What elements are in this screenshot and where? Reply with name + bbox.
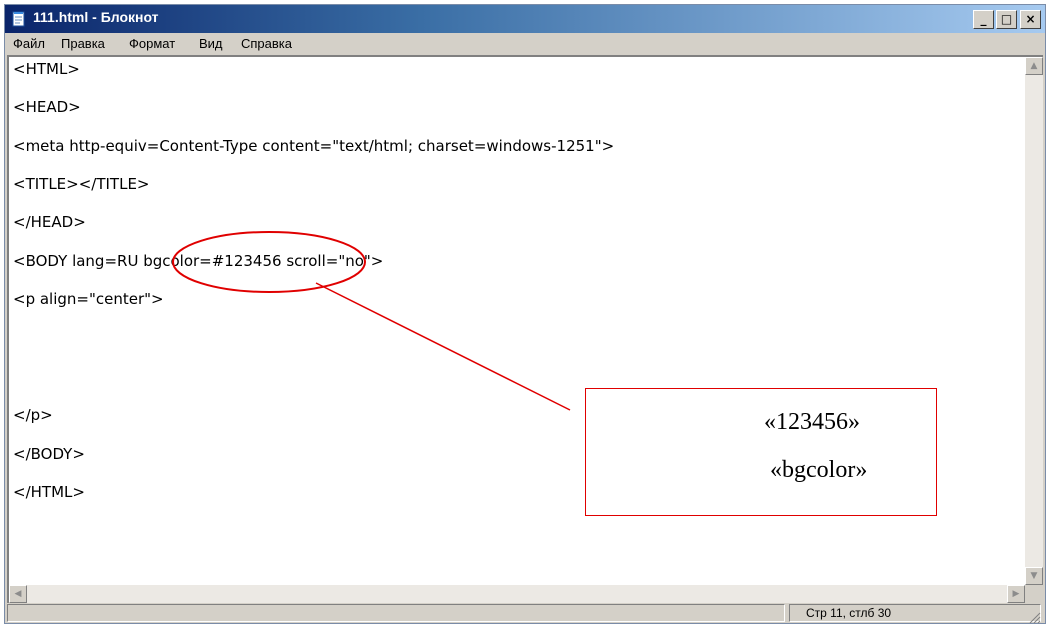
maximize-button[interactable]: □ [996, 10, 1017, 29]
code-line[interactable]: <BODY lang=RU bgcolor=#123456 scroll="no… [13, 252, 383, 270]
code-line[interactable]: <HTML> [13, 60, 80, 78]
resize-grip-icon[interactable] [1029, 609, 1041, 624]
close-button[interactable]: × [1020, 10, 1041, 29]
notepad-icon[interactable] [11, 11, 27, 27]
window-title: 111.html - Блокнот [33, 9, 159, 25]
horizontal-scrollbar[interactable]: ◀ ▶ [9, 585, 1025, 603]
code-line[interactable]: <p align="center"> [13, 290, 164, 308]
cursor-position: Стр 11, стлб 30 [789, 604, 1041, 622]
menu-edit[interactable]: Правка [61, 36, 105, 51]
arrow-up-icon[interactable]: ▲ [1025, 57, 1043, 75]
minimize-button[interactable]: _ [973, 10, 994, 29]
code-line[interactable]: </BODY> [13, 445, 85, 463]
arrow-right-icon[interactable]: ▶ [1007, 585, 1025, 603]
code-line[interactable]: </p> [13, 406, 53, 424]
arrow-down-icon[interactable]: ▼ [1025, 567, 1043, 585]
annotation-attribute: «bgcolor» [770, 457, 868, 483]
code-line[interactable]: <HEAD> [13, 98, 81, 116]
code-line[interactable]: </HEAD> [13, 213, 86, 231]
code-line[interactable]: </HTML> [13, 483, 85, 501]
status-bar: Стр 11, стлб 30 [7, 603, 1043, 624]
menu-help[interactable]: Справка [241, 36, 292, 51]
annotation-value: «123456» [764, 409, 860, 435]
code-line[interactable]: <TITLE></TITLE> [13, 175, 150, 193]
annotation-callout: «123456» «bgcolor» [585, 388, 937, 516]
menu-view[interactable]: Вид [199, 36, 223, 51]
menu-bar: Файл Правка Формат Вид Справка [5, 33, 1045, 55]
code-line[interactable]: <meta http-equiv=Content-Type content="t… [13, 137, 614, 155]
menu-file[interactable]: Файл [13, 36, 45, 51]
menu-format[interactable]: Формат [129, 36, 175, 51]
scrollbar-corner [1025, 585, 1043, 603]
vertical-scrollbar[interactable]: ▲ ▼ [1025, 57, 1043, 585]
title-bar[interactable]: 111.html - Блокнот _ □ × [5, 5, 1045, 33]
arrow-left-icon[interactable]: ◀ [9, 585, 27, 603]
status-panel-empty [7, 604, 785, 622]
notepad-window: 111.html - Блокнот _ □ × Файл Правка Фор… [4, 4, 1046, 624]
text-editor[interactable]: <HTML> <HEAD> <meta http-equiv=Content-T… [7, 55, 1043, 603]
